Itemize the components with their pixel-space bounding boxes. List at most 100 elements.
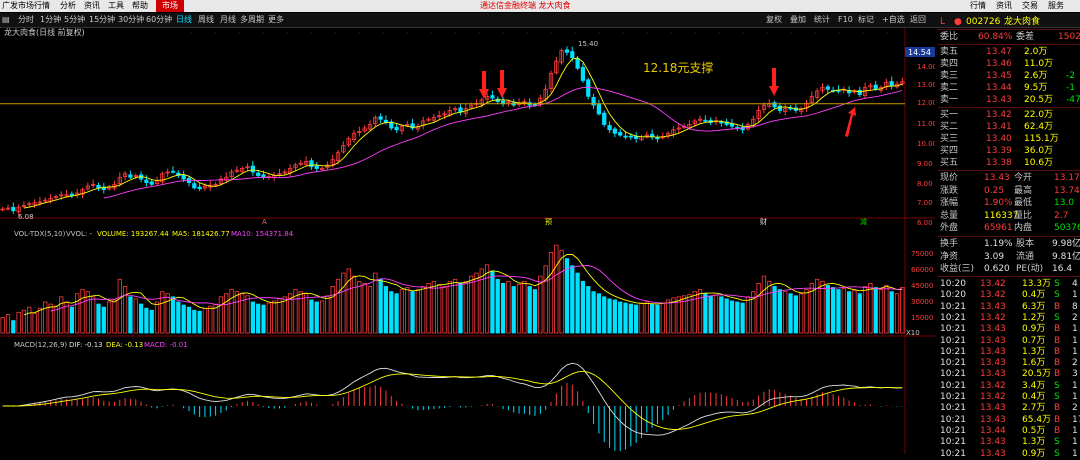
low-price-label: 6.08: [18, 213, 34, 221]
volume-bar: [740, 302, 745, 334]
gear-icon[interactable]: ●: [954, 16, 962, 28]
menu-right-service[interactable]: 服务: [1048, 0, 1064, 12]
stat-row: 涨幅 1.90% 最低 13.0: [938, 197, 1080, 209]
menu-item-news[interactable]: 资讯: [84, 0, 100, 12]
tick-side: S: [1054, 312, 1060, 323]
candle: [500, 100, 506, 104]
fund-value: 1.19%: [984, 239, 1013, 249]
stock-chart[interactable]: ˙ ˙ ˙ ˙ ˙ ˙ ˙ ˙ ˙ ˙ ˙ ˙ ˙ ˙ ˙ ˙ ˙ ˙ ˙ ˙ ˙ ˙ ˙ ˙ ˙ ˙ ˙ ˙ ˙ ˙ 龙大肉食(日线 前…: [0, 27, 937, 454]
volume-bar: [383, 286, 389, 334]
period-30min[interactable]: 30分钟: [118, 13, 144, 27]
tick-count: 8: [1072, 301, 1078, 312]
period-60min[interactable]: 60分钟: [146, 13, 172, 27]
volume-bar: [101, 306, 106, 334]
price-level-10: 10.00: [917, 140, 935, 148]
event-marker-reduce[interactable]: 减: [860, 217, 867, 226]
fund-value: 9.81亿: [1052, 251, 1080, 262]
tick-row: 10:21 13.43 0.9万 B 1: [938, 323, 1080, 335]
macd-dea: DEA: -0.13: [106, 341, 143, 349]
tick-row: 10:21 13.43 20.5万 B 3: [938, 368, 1080, 380]
tick-row: 10:20 13.42 13.3万 S 4: [938, 278, 1080, 290]
tick-count: 1: [1072, 425, 1078, 436]
vol-volume: VOLUME: 193267.44: [97, 230, 169, 238]
tick-count: 3: [1072, 369, 1078, 380]
volume-bar: [735, 301, 740, 334]
period-multi[interactable]: 多周期: [240, 13, 264, 27]
tick-volume: 1.3万: [1022, 346, 1046, 357]
top-tick-mark: ˙: [598, 32, 601, 39]
event-marker-a[interactable]: A: [262, 218, 267, 226]
menu-right-quote[interactable]: 行情: [970, 0, 986, 12]
menu-item-tools[interactable]: 工具: [108, 0, 124, 12]
chart-title: 龙大肉食(日线 前复权): [4, 28, 85, 37]
tick-price: 13.42: [980, 392, 1006, 402]
period-5min[interactable]: 5分钟: [64, 13, 85, 27]
candle: [889, 81, 894, 87]
tool-adjust[interactable]: 复权: [766, 13, 782, 27]
tick-time: 10:21: [940, 324, 966, 335]
volume-bar: [69, 306, 74, 334]
period-weekly[interactable]: 周线: [198, 13, 214, 27]
tick-volume: 65.4万: [1022, 414, 1052, 425]
tick-side: S: [1054, 392, 1060, 402]
volume-bar: [591, 291, 596, 334]
period-15min[interactable]: 15分钟: [89, 13, 115, 27]
menu-item-help[interactable]: 帮助: [132, 0, 148, 12]
event-marker-forecast[interactable]: 预: [545, 217, 552, 226]
price-level-6: 6.00: [917, 219, 933, 227]
tick-row: 10:21 13.42 0.4万 S 1: [938, 391, 1080, 403]
period-more[interactable]: 更多: [268, 13, 284, 27]
chart-area[interactable]: ˙ ˙ ˙ ˙ ˙ ˙ ˙ ˙ ˙ ˙ ˙ ˙ ˙ ˙ ˙ ˙ ˙ ˙ ˙ ˙ ˙ ˙ ˙ ˙ ˙ ˙ ˙ ˙ ˙ ˙ 龙大肉食(日线 前…: [0, 27, 937, 454]
event-marker-report[interactable]: 财: [760, 217, 767, 226]
bid-row: 买五 13.38 10.6万: [938, 157, 1080, 169]
volume-bar: [724, 298, 729, 334]
menu-item-analysis[interactable]: 分析: [60, 0, 76, 12]
top-tick-mark: ˙: [430, 32, 433, 39]
candle: [378, 116, 383, 120]
period-intraday[interactable]: 分时: [18, 13, 34, 27]
toolbar-toggle-icon[interactable]: ▤: [2, 13, 10, 27]
volume-bar: [793, 295, 798, 334]
bid-volume: 36.0万: [1024, 146, 1054, 156]
ask-row: 卖一 13.43 20.5万 -47: [938, 94, 1080, 106]
tool-add-watchlist[interactable]: +自选: [882, 13, 905, 27]
tool-stats[interactable]: 统计: [814, 13, 830, 27]
period-monthly[interactable]: 月线: [220, 13, 236, 27]
price-level-14: 14.00: [917, 63, 935, 71]
tick-volume: 1.2万: [1022, 312, 1046, 323]
tick-volume: 0.5万: [1022, 425, 1046, 436]
tick-row: 10:21 13.43 2.7万 B 2: [938, 402, 1080, 414]
volume-bar: [144, 307, 149, 334]
candle: [564, 49, 570, 53]
menu-right-news[interactable]: 资讯: [996, 0, 1012, 12]
tick-time: 10:21: [940, 403, 966, 414]
tool-mark[interactable]: 标记: [858, 13, 874, 27]
volume-bar: [197, 310, 202, 334]
top-tick-mark: ˙: [550, 32, 553, 39]
volume-bar: [618, 301, 623, 334]
volume-bar: [586, 286, 591, 334]
top-tick-mark: ˙: [790, 32, 793, 39]
stat-value: 13.17: [1054, 173, 1080, 183]
top-tick-mark: ˙: [406, 32, 409, 39]
volume-bar: [314, 301, 319, 334]
tick-side: B: [1054, 324, 1061, 335]
tick-time: 10:20: [940, 290, 966, 301]
stat-value: 13.74: [1054, 185, 1080, 196]
candle: [607, 125, 612, 131]
top-tick-mark: ˙: [214, 32, 217, 39]
tick-price: 13.42: [980, 380, 1006, 391]
period-1min[interactable]: 1分钟: [40, 13, 61, 27]
tool-back[interactable]: 返回: [910, 13, 926, 27]
period-daily[interactable]: 日线: [176, 13, 192, 27]
market-tab[interactable]: 市场: [156, 0, 184, 12]
menu-right-trade[interactable]: 交易: [1022, 0, 1038, 12]
tool-f10[interactable]: F10: [838, 13, 853, 27]
stat-value: 50376: [1054, 223, 1080, 233]
tool-overlay[interactable]: 叠加: [790, 13, 806, 27]
candle: [309, 160, 314, 168]
stat-label: 涨跌: [940, 185, 959, 196]
tick-row: 10:21 13.42 1.2万 S 2: [938, 312, 1080, 324]
stat-value: 2.7: [1054, 210, 1069, 221]
volume-bar: [378, 278, 383, 334]
